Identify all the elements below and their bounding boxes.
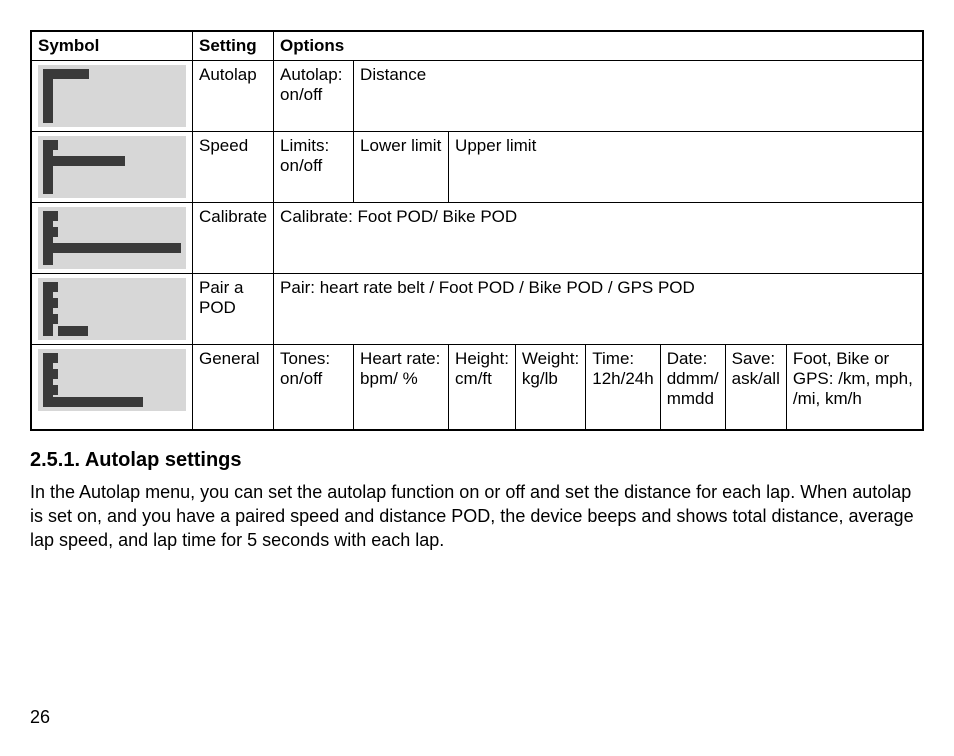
settings-table: Symbol Setting Options Autolap Autolap: … [30,30,924,431]
table-row: Speed Limits: on/off Lower limit Upper l… [31,132,923,203]
col-options: Options [274,31,923,61]
cell-options: Tones: on/off [274,345,354,430]
symbol-autolap-icon [38,65,186,127]
cell-options: Foot, Bike or GPS: /km, mph, /mi, km/h [786,345,923,430]
cell-options: Date: ddmm/ mmdd [660,345,725,430]
setting-speed: Speed [193,132,274,203]
setting-autolap: Autolap [193,61,274,132]
col-setting: Setting [193,31,274,61]
symbol-general-icon [38,349,186,411]
table-row: Calibrate Calibrate: Foot POD/ Bike POD [31,203,923,274]
symbol-calibrate-icon [38,207,186,269]
cell-options: Autolap: on/off [274,61,354,132]
cell-options: Weight: kg/lb [515,345,585,430]
cell-options: Upper limit [449,132,923,203]
cell-options: Lower limit [354,132,449,203]
cell-options: Calibrate: Foot POD/ Bike POD [274,203,923,274]
cell-options: Limits: on/off [274,132,354,203]
cell-options: Heart rate: bpm/ % [354,345,449,430]
cell-options: Pair: heart rate belt / Foot POD / Bike … [274,274,923,345]
setting-pair: Pair a POD [193,274,274,345]
page-number: 26 [30,707,50,728]
section-body: In the Autolap menu, you can set the aut… [30,480,924,553]
setting-calibrate: Calibrate [193,203,274,274]
cell-options: Save: ask/all [725,345,786,430]
symbol-pair-icon [38,278,186,340]
table-row: Autolap Autolap: on/off Distance [31,61,923,132]
cell-options: Distance [354,61,923,132]
col-symbol: Symbol [31,31,193,61]
table-row: General Tones: on/off Heart rate: bpm/ %… [31,345,923,430]
section-heading: 2.5.1. Autolap settings [30,449,924,472]
cell-options: Time: 12h/24h [586,345,660,430]
setting-general: General [193,345,274,430]
table-row: Pair a POD Pair: heart rate belt / Foot … [31,274,923,345]
symbol-speed-icon [38,136,186,198]
cell-options: Height: cm/ft [449,345,516,430]
